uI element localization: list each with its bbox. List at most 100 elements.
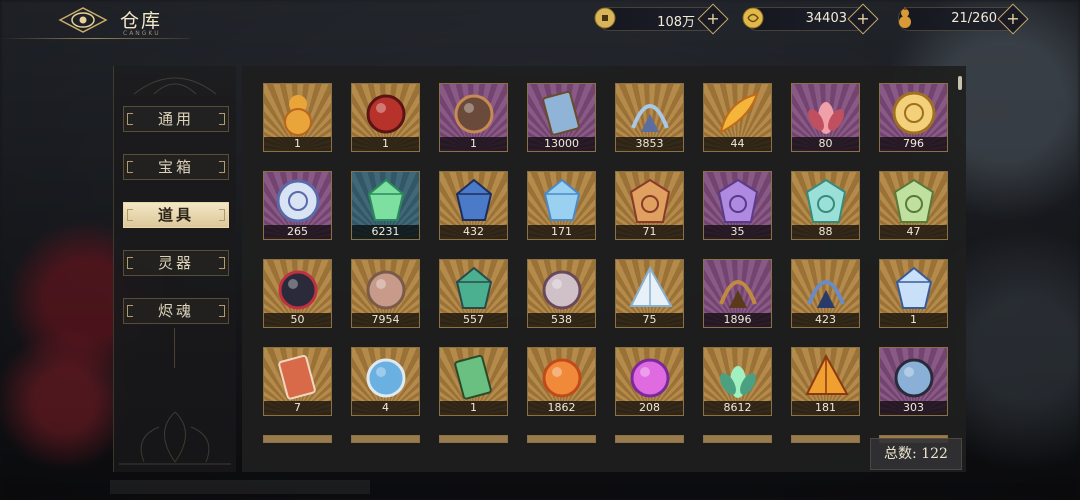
pink-petal-icon <box>808 102 844 134</box>
purple-flame-item[interactable]: 208 <box>615 347 684 416</box>
item-count: 44 <box>704 137 771 151</box>
partial-item-slot[interactable] <box>263 435 332 443</box>
item-count: 1 <box>440 137 507 151</box>
partial-item-slot[interactable] <box>351 435 420 443</box>
item-count: 303 <box>880 401 947 415</box>
blue-bell-icon <box>807 280 845 308</box>
tab-general[interactable]: 通用 <box>123 106 229 132</box>
crystal-bell-item[interactable]: 3853 <box>615 83 684 152</box>
blue-bell-item[interactable]: 423 <box>791 259 860 328</box>
talisman-icon <box>893 178 935 223</box>
item-count: 208 <box>616 401 683 415</box>
item-count: 171 <box>528 225 595 239</box>
golden-feather-icon <box>719 92 759 134</box>
item-count: 6231 <box>352 225 419 239</box>
currency-copper: 108万 + <box>594 3 729 35</box>
jade-dragon-item[interactable]: 557 <box>439 259 508 328</box>
tab-items[interactable]: 道具 <box>123 202 229 228</box>
item-count: 75 <box>616 313 683 327</box>
blue-medallion-item[interactable]: 265 <box>263 171 332 240</box>
green-jade-item[interactable]: 6231 <box>351 171 420 240</box>
item-count: 7 <box>264 401 331 415</box>
partial-item-slot[interactable] <box>703 435 772 443</box>
red-mask-figure-item[interactable]: 1 <box>351 83 420 152</box>
item-count: 35 <box>704 225 771 239</box>
golden-feather-item[interactable]: 44 <box>703 83 772 152</box>
tab-chests[interactable]: 宝箱 <box>123 154 229 180</box>
tab-ember-souls[interactable]: 烬魂 <box>123 298 229 324</box>
add-stamina-button[interactable]: + <box>997 3 1029 35</box>
gourd-item[interactable]: 1 <box>263 83 332 152</box>
item-count: 1862 <box>528 401 595 415</box>
gold-value: 34403 <box>805 11 847 26</box>
amber-pyramid-item[interactable]: 181 <box>791 347 860 416</box>
chat-ticker <box>110 480 370 494</box>
fire-orb-item[interactable]: 1862 <box>527 347 596 416</box>
item-count: 1896 <box>704 313 771 327</box>
item-count: 1 <box>264 137 331 151</box>
bronze-bell-icon <box>719 280 757 308</box>
golden-disc-icon <box>892 91 936 135</box>
scroll-tickets-item[interactable]: 13000 <box>527 83 596 152</box>
item-count: 47 <box>880 225 947 239</box>
item-count: 1 <box>352 137 419 151</box>
page-title: 仓库 <box>120 10 163 32</box>
bubble-creature-icon <box>894 358 934 398</box>
talisman-green-item[interactable]: 47 <box>879 171 948 240</box>
talisman-icon <box>629 178 671 223</box>
red-scroll-item[interactable]: 7 <box>263 347 332 416</box>
talisman-red-item[interactable]: 71 <box>615 171 684 240</box>
pyramid-icon <box>805 353 849 395</box>
talisman-cyan-item[interactable]: 88 <box>791 171 860 240</box>
blue-gem-item[interactable]: 432 <box>439 171 508 240</box>
talisman-icon <box>805 178 847 223</box>
purple-flame-icon <box>630 358 670 398</box>
title-underline <box>0 38 190 39</box>
jade-lotus-item[interactable]: 8612 <box>703 347 772 416</box>
tab-label: 灵器 <box>157 254 194 272</box>
lotus-seed-item[interactable]: 7954 <box>351 259 420 328</box>
star-cube-item[interactable]: 50 <box>263 259 332 328</box>
crystal-shard-item[interactable]: 171 <box>527 171 596 240</box>
partial-item-slot[interactable] <box>791 435 860 443</box>
talisman-icon <box>717 178 759 223</box>
golden-disc-item[interactable]: 796 <box>879 83 948 152</box>
scroll-tickets-icon <box>542 90 580 136</box>
stamina-value: 21/260 <box>951 11 997 26</box>
spirit-orb-icon <box>542 270 582 310</box>
crystal-shard-icon <box>543 178 581 221</box>
ice-crystal-item[interactable]: 1 <box>879 259 948 328</box>
scrollbar-thumb[interactable] <box>958 76 962 90</box>
blue-fan-icon <box>366 358 406 398</box>
add-copper-button[interactable]: + <box>697 3 729 35</box>
star-cube-icon <box>278 270 318 310</box>
partial-item-slot[interactable] <box>439 435 508 443</box>
plus-icon: + <box>856 9 870 28</box>
lotus-ornament-icon <box>119 411 231 465</box>
pink-petal-item[interactable]: 80 <box>791 83 860 152</box>
item-count: 3853 <box>616 137 683 151</box>
talisman-purple-item[interactable]: 35 <box>703 171 772 240</box>
item-count: 181 <box>792 401 859 415</box>
page-subtitle: CANGKU <box>123 30 161 37</box>
partial-item-slot[interactable] <box>615 435 684 443</box>
tab-spirit-artifacts[interactable]: 灵器 <box>123 250 229 276</box>
green-tablet-item[interactable]: 1 <box>439 347 508 416</box>
spirit-orb-item[interactable]: 538 <box>527 259 596 328</box>
seed-pod-icon <box>366 270 406 310</box>
item-count: 432 <box>440 225 507 239</box>
chibi-character-item[interactable]: 1 <box>439 83 508 152</box>
crystal-prism-item[interactable]: 75 <box>615 259 684 328</box>
red-mask-icon <box>366 94 406 134</box>
partial-item-slot[interactable] <box>527 435 596 443</box>
chibi-character-icon <box>454 94 494 134</box>
add-gold-button[interactable]: + <box>847 3 879 35</box>
bronze-bell-item[interactable]: 1896 <box>703 259 772 328</box>
bubble-creature-item[interactable]: 303 <box>879 347 948 416</box>
item-count: 8612 <box>704 401 771 415</box>
crystal-bell-icon <box>631 104 669 132</box>
item-count: 50 <box>264 313 331 327</box>
plus-icon: + <box>1006 9 1020 28</box>
copper-coin-icon <box>594 7 616 29</box>
blue-fan-item[interactable]: 4 <box>351 347 420 416</box>
